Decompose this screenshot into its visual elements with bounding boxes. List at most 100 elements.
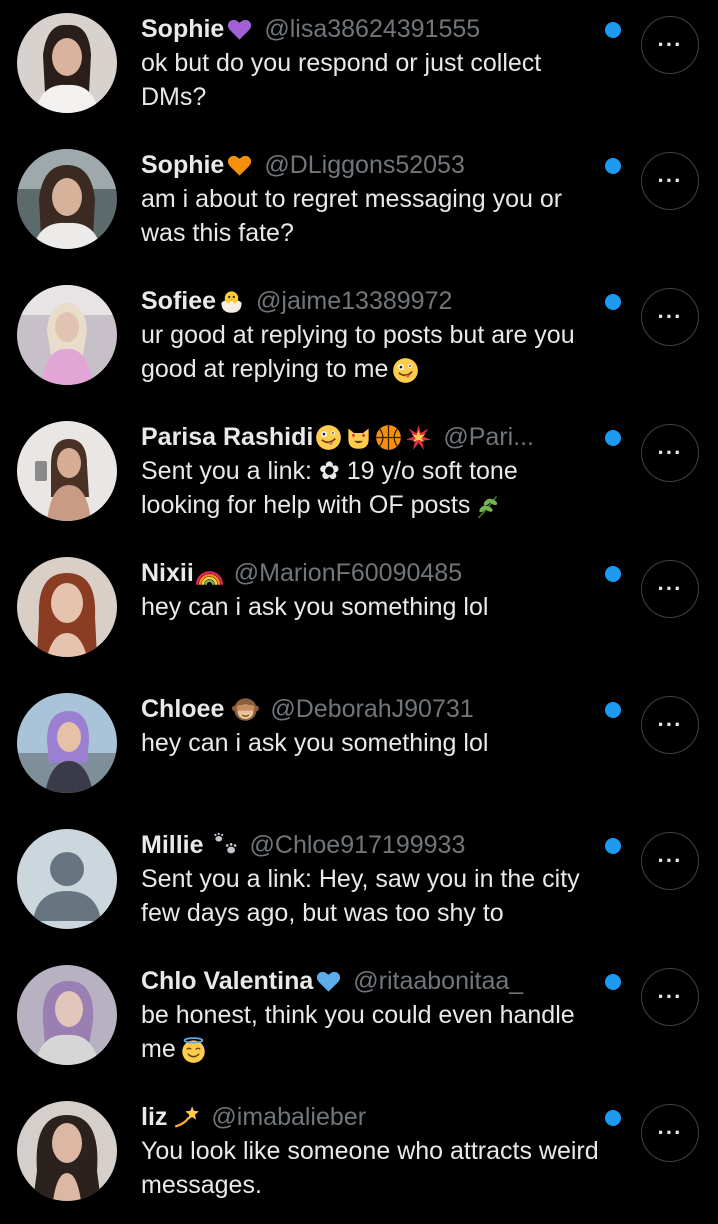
conversation-text: Parisa Rashidi @Pari... Sent you a link:… xyxy=(141,420,601,522)
blue-heart-icon xyxy=(315,968,342,995)
dizzy-icon xyxy=(173,1104,200,1131)
conversation-header: Parisa Rashidi @Pari... xyxy=(141,420,601,454)
avatar[interactable] xyxy=(17,965,117,1065)
sender-handle: @Chloe917199933 xyxy=(249,830,466,859)
sender-name: Sophie xyxy=(141,14,225,43)
name-emojis xyxy=(173,1104,203,1131)
message-preview: am i about to regret messaging you or wa… xyxy=(141,182,601,250)
avatar[interactable] xyxy=(17,421,117,521)
conversation-row[interactable]: Sophie @lisa38624391555 ok but do you re… xyxy=(0,0,718,136)
sender-name: Sofiee xyxy=(141,286,217,315)
conversation-row[interactable]: Nixii @MarionF60090485 hey can i ask you… xyxy=(0,544,718,680)
unread-indicator xyxy=(605,1110,621,1126)
name-emojis xyxy=(315,968,345,995)
sender-handle: @DeborahJ90731 xyxy=(270,694,474,723)
more-options-button[interactable]: ··· xyxy=(641,1104,699,1162)
name-emojis xyxy=(226,16,256,43)
rainbow-icon xyxy=(195,560,223,587)
avatar[interactable] xyxy=(17,829,117,929)
message-text: You look like someone who attracts weird… xyxy=(141,1137,599,1199)
smiling-face-with-halo-icon xyxy=(180,1037,207,1064)
unread-indicator xyxy=(605,838,621,854)
more-options-button[interactable]: ··· xyxy=(641,16,699,74)
conversation-row[interactable]: Millie @Chloe917199933 Sent you a link: … xyxy=(0,816,718,952)
message-text: Sent you a link: ✿ 19 y/o soft tone look… xyxy=(141,457,518,519)
unread-indicator xyxy=(605,158,621,174)
sender-name: Chlo Valentina xyxy=(141,966,314,995)
more-options-button[interactable]: ··· xyxy=(641,152,699,210)
avatar[interactable] xyxy=(17,13,117,113)
message-text: ur good at replying to posts but are you… xyxy=(141,321,575,383)
message-text: am i about to regret messaging you or wa… xyxy=(141,185,563,247)
heart-eyes-cat-icon xyxy=(345,424,372,451)
conversation-row[interactable]: Sofiee @jaime13389972 ur good at replyin… xyxy=(0,272,718,408)
collision-icon xyxy=(405,424,432,451)
conversation-row[interactable]: Chloee @DeborahJ90731 hey can i ask you … xyxy=(0,680,718,816)
sender-name: Nixii xyxy=(141,558,194,587)
message-preview: be honest, think you could even handle m… xyxy=(141,998,601,1066)
conversation-header: Sophie @DLiggons52053 xyxy=(141,148,601,182)
avatar[interactable] xyxy=(17,693,117,793)
message-text: hey can i ask you something lol xyxy=(141,729,489,757)
conversation-header: Chloee @DeborahJ90731 xyxy=(141,692,601,726)
hatching-chick-icon xyxy=(218,288,245,315)
message-preview: hey can i ask you something lol xyxy=(141,590,601,624)
unread-indicator xyxy=(605,974,621,990)
sender-handle: @MarionF60090485 xyxy=(233,558,463,587)
message-text: ok but do you respond or just collect DM… xyxy=(141,49,542,111)
avatar[interactable] xyxy=(17,1101,117,1201)
dm-list: Sophie @lisa38624391555 ok but do you re… xyxy=(0,0,718,1201)
more-options-button[interactable]: ··· xyxy=(641,832,699,890)
orange-heart-icon xyxy=(226,152,253,179)
message-preview: You look like someone who attracts weird… xyxy=(141,1134,601,1202)
sender-handle: @Pari... xyxy=(443,422,534,451)
more-options-button[interactable]: ··· xyxy=(641,288,699,346)
paw-prints-icon xyxy=(212,832,239,859)
more-options-button[interactable]: ··· xyxy=(641,560,699,618)
unread-indicator xyxy=(605,294,621,310)
conversation-text: Millie @Chloe917199933 Sent you a link: … xyxy=(141,828,601,930)
sender-name: Parisa Rashidi xyxy=(141,422,314,451)
sender-handle: @imabalieber xyxy=(211,1102,367,1131)
conversation-row[interactable]: Sophie @DLiggons52053 am i about to regr… xyxy=(0,136,718,272)
conversation-text: Chlo Valentina @ritaabonitaa_ be honest,… xyxy=(141,964,601,1066)
sender-handle: @ritaabonitaa_ xyxy=(353,966,524,995)
unread-indicator xyxy=(605,430,621,446)
conversation-header: liz @imabalieber xyxy=(141,1100,601,1134)
conversation-text: Sophie @lisa38624391555 ok but do you re… xyxy=(141,12,601,114)
sender-handle: @DLiggons52053 xyxy=(264,150,465,179)
sender-name: Millie xyxy=(141,830,204,859)
message-text: hey can i ask you something lol xyxy=(141,593,489,621)
conversation-text: liz @imabalieber You look like someone w… xyxy=(141,1100,601,1202)
message-text: Sent you a link: Hey, saw you in the cit… xyxy=(141,865,580,927)
zany-face-icon xyxy=(315,424,342,451)
name-emojis xyxy=(195,560,226,587)
conversation-header: Sofiee @jaime13389972 xyxy=(141,284,601,318)
more-options-button[interactable]: ··· xyxy=(641,424,699,482)
conversation-header: Nixii @MarionF60090485 xyxy=(141,556,601,590)
sender-name: liz xyxy=(141,1102,168,1131)
name-emojis xyxy=(226,152,256,179)
avatar[interactable] xyxy=(17,557,117,657)
sender-name: Chloee xyxy=(141,694,225,723)
name-emojis xyxy=(315,424,435,451)
conversation-row[interactable]: Parisa Rashidi @Pari... Sent you a link:… xyxy=(0,408,718,544)
name-emojis xyxy=(212,832,242,859)
message-preview: ok but do you respond or just collect DM… xyxy=(141,46,601,114)
conversation-text: Sophie @DLiggons52053 am i about to regr… xyxy=(141,148,601,250)
conversation-text: Nixii @MarionF60090485 hey can i ask you… xyxy=(141,556,601,624)
more-options-button[interactable]: ··· xyxy=(641,968,699,1026)
conversation-row[interactable]: liz @imabalieber You look like someone w… xyxy=(0,1088,718,1224)
sender-handle: @jaime13389972 xyxy=(256,286,453,315)
zany-face-icon xyxy=(392,357,419,384)
avatar[interactable] xyxy=(17,285,117,385)
conversation-row[interactable]: Chlo Valentina @ritaabonitaa_ be honest,… xyxy=(0,952,718,1088)
conversation-header: Sophie @lisa38624391555 xyxy=(141,12,601,46)
conversation-header: Chlo Valentina @ritaabonitaa_ xyxy=(141,964,601,998)
more-options-button[interactable]: ··· xyxy=(641,696,699,754)
basketball-icon xyxy=(375,424,402,451)
conversation-text: Sofiee @jaime13389972 ur good at replyin… xyxy=(141,284,601,386)
avatar[interactable] xyxy=(17,149,117,249)
unread-indicator xyxy=(605,22,621,38)
unread-indicator xyxy=(605,702,621,718)
